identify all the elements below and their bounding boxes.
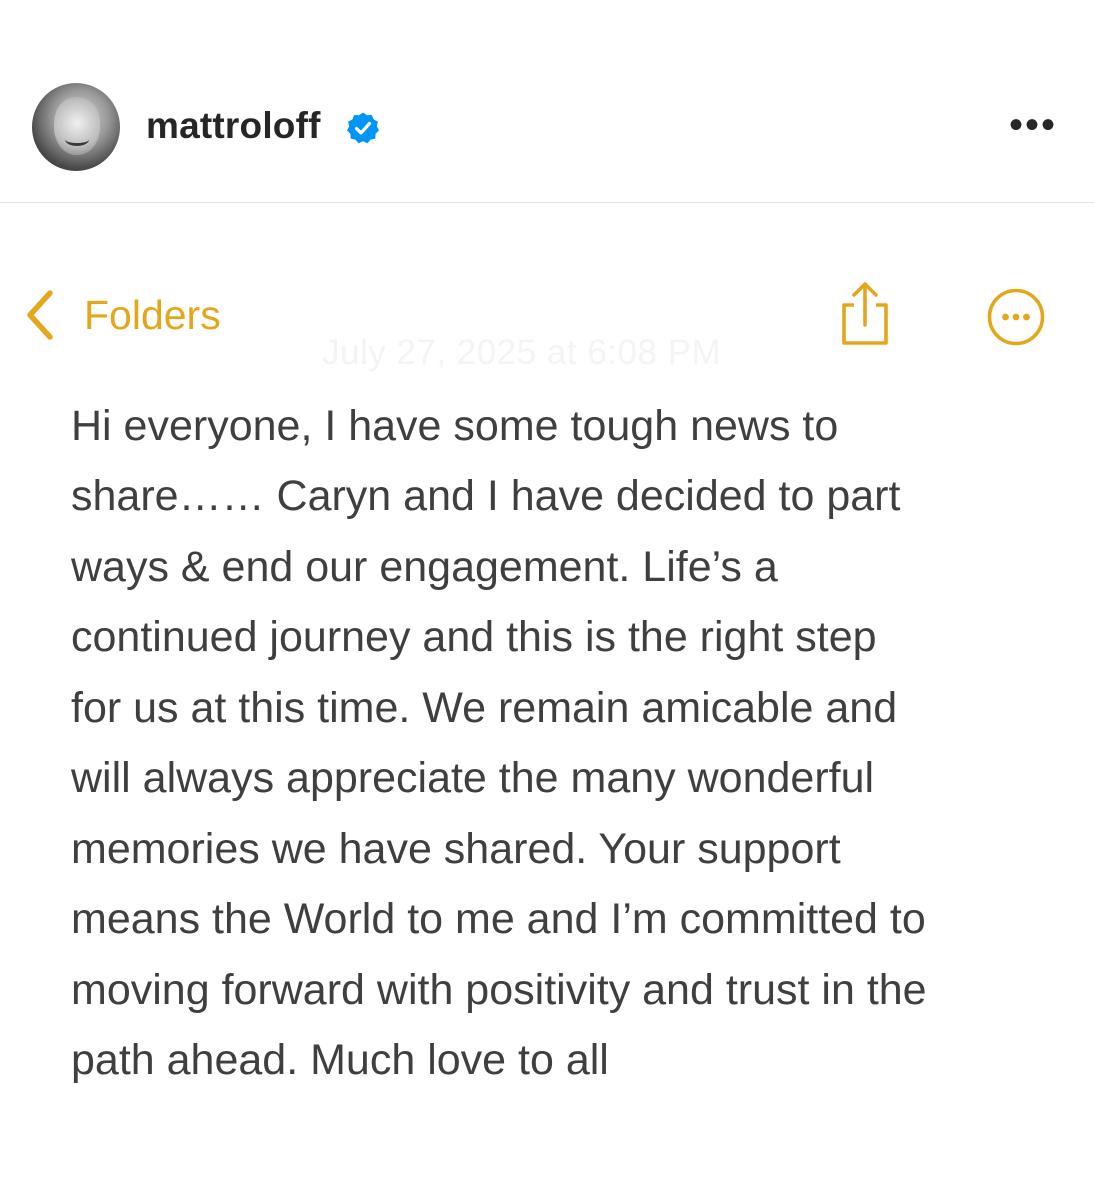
verified-badge-icon [347,112,379,144]
note-text-line: ways & end our engagement. Life’s a [71,543,778,591]
note-text-line: will always appreciate the many wonderfu… [71,754,875,802]
note-text-line: for us at this time. We remain amicable … [71,684,898,732]
note-text-line: means the World to me and I’m committed … [71,895,926,943]
note-text-line: memories we have shared. Your support [71,825,841,873]
share-icon[interactable] [836,281,894,347]
ellipsis-circle-icon[interactable] [987,288,1045,346]
note-text-line: Hi everyone, I have some tough news to [71,402,839,450]
post-header: mattroloff ••• [0,0,1094,203]
note-text-line: moving forward with positivity and trust… [71,966,927,1014]
username[interactable]: mattroloff [146,104,321,148]
note-text-line: path ahead. Much love to all [71,1036,609,1084]
note-text-line: continued journey and this is the right … [71,613,877,661]
avatar-smile [65,133,89,146]
post-options-button[interactable]: ••• [1008,105,1058,145]
note-text-line: share…… Caryn and I have decided to part [71,472,901,520]
folders-back-button[interactable]: Folders [84,292,221,338]
avatar-face [54,97,100,155]
chevron-left-icon[interactable] [20,287,60,343]
avatar[interactable] [32,83,120,171]
note-date: July 27, 2025 at 6:08 PM [322,333,722,372]
